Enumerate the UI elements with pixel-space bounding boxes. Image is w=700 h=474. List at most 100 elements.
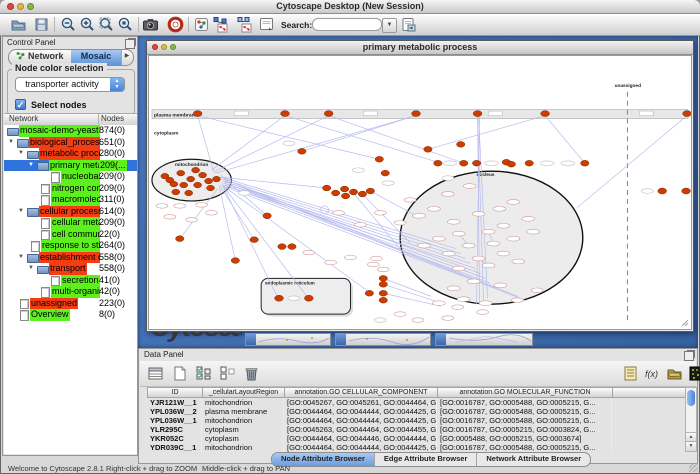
search-input[interactable]: [312, 18, 382, 31]
network-graph[interactable]: plasma membrane cytoplasm mitochondrion …: [149, 56, 691, 329]
scrollbar-thumb[interactable]: [687, 390, 695, 406]
tree-row[interactable]: nucleobase- 209(0): [4, 171, 137, 183]
window-titlebar[interactable]: Cytoscape Desktop (New Session): [0, 0, 700, 14]
tree-row[interactable]: response to stimulu 264(0): [4, 240, 137, 252]
table-cell[interactable]: cytoplasm: [202, 425, 284, 434]
close-icon[interactable]: [152, 44, 158, 50]
table-cell[interactable]: mitochondrion: [202, 398, 284, 407]
tree-row[interactable]: cell communicat 22(0): [4, 229, 137, 241]
tree-row[interactable]: ▼ transport 558(0): [4, 263, 137, 275]
close-button[interactable]: [7, 3, 14, 10]
table-cell[interactable]: [GO:0045267, GO:0045261, GO:0044464, G..…: [284, 398, 437, 407]
attribute-table-icon[interactable]: [147, 365, 164, 382]
zoom-in-icon[interactable]: [79, 16, 96, 33]
tree-row[interactable]: ▼ establishment of lo 558(0): [4, 252, 137, 264]
column-header-id[interactable]: ID: [147, 387, 203, 398]
delete-attribute-icon[interactable]: [243, 365, 260, 382]
column-header-molecular-function[interactable]: annotation.GO MOLECULAR_FUNCTION: [437, 387, 613, 398]
zoom-out-icon[interactable]: [60, 16, 77, 33]
snapshot-camera-icon[interactable]: [142, 16, 159, 33]
network-from-selected-edges-icon[interactable]: [236, 16, 253, 33]
column-header-region[interactable]: _cellularLayoutRegion: [202, 387, 285, 398]
table-cell[interactable]: [GO:0005488, GO:0005215, GO:0003674]: [437, 434, 612, 443]
tree-row[interactable]: unassigned 223(0): [4, 298, 137, 310]
tree-row[interactable]: ▼ metabolic process 280(0): [4, 148, 137, 160]
tree-row-selected[interactable]: ▼ primary metabolic 209(...: [4, 160, 137, 172]
table-cell[interactable]: [GO:0045263, GO:0044464, GO:0044455, G..…: [284, 425, 437, 434]
minimized-network-window[interactable]: [435, 333, 533, 346]
table-cell[interactable]: cytoplasm: [202, 434, 284, 443]
help-lifebuoy-icon[interactable]: [167, 16, 184, 33]
tree-row[interactable]: nitrogen compo 209(0): [4, 183, 137, 195]
open-file-icon[interactable]: [10, 16, 27, 33]
table-cell[interactable]: [GO:0044464, GO:0044446, GO:0044444, G..…: [284, 434, 437, 443]
matrix-icon[interactable]: [688, 365, 700, 382]
table-cell[interactable]: YKR052C: [147, 434, 202, 443]
search-dropdown-icon[interactable]: ▼: [382, 18, 397, 33]
tree-row[interactable]: multi-organism pro 42(0): [4, 286, 137, 298]
select-attributes-icon[interactable]: [195, 365, 212, 382]
table-cell[interactable]: mitochondrion: [202, 443, 284, 452]
tree-row[interactable]: secretion 41(0): [4, 275, 137, 287]
save-icon[interactable]: [33, 16, 50, 33]
tree-row[interactable]: ▼ cellular process 614(0): [4, 206, 137, 218]
scroll-down-icon[interactable]: ▼: [686, 441, 696, 451]
table-cell[interactable]: plasma membrane: [202, 407, 284, 416]
table-cell[interactable]: YPL036W__1: [147, 416, 202, 425]
maximize-icon[interactable]: [170, 44, 176, 50]
unselect-attributes-icon[interactable]: [219, 365, 236, 382]
zoom-window-button[interactable]: [27, 3, 34, 10]
float-panel-icon[interactable]: [125, 39, 135, 49]
annotation-icon[interactable]: [258, 16, 275, 33]
app-resize-grip[interactable]: [689, 463, 698, 472]
node-color-dropdown[interactable]: transporter activity ▲▼: [15, 77, 125, 92]
table-cell[interactable]: [GO:0016787, GO:0005488, GO:0005215, G..…: [437, 407, 612, 416]
expand-arrow-icon[interactable]: ▼: [18, 206, 24, 218]
table-cell[interactable]: [GO:0016787, GO:0005215, GO:0003824, G..…: [437, 425, 612, 434]
tree-row[interactable]: Overview 8(0): [4, 309, 137, 321]
table-cell[interactable]: [GO:0016787, GO:0005488, GO:0005215, G..…: [437, 398, 612, 407]
network-from-selected-nodes-icon[interactable]: [212, 16, 229, 33]
table-cell[interactable]: [GO:0016787, GO:0005488, GO:0005215, G..…: [437, 416, 612, 425]
window-resize-grip[interactable]: [682, 320, 688, 326]
expand-arrow-icon[interactable]: ▼: [18, 148, 24, 160]
minimized-network-window[interactable]: [245, 333, 331, 346]
column-header-blank[interactable]: [612, 387, 686, 398]
column-header-cellular-component[interactable]: annotation.GO CELLULAR_COMPONENT: [284, 387, 438, 398]
float-panel-icon[interactable]: [684, 351, 694, 361]
table-cell[interactable]: YLR295C: [147, 425, 202, 434]
select-nodes-checkbox[interactable]: ✓: [15, 99, 26, 110]
minimized-network-window[interactable]: [335, 333, 431, 346]
new-attribute-icon[interactable]: [171, 365, 188, 382]
table-cell[interactable]: YDR039C__1: [147, 443, 202, 452]
expand-arrow-icon[interactable]: ▼: [28, 160, 34, 172]
table-cell[interactable]: mitochondrion: [202, 416, 284, 425]
attribute-list-icon[interactable]: [622, 365, 639, 382]
network-canvas[interactable]: plasma membrane cytoplasm mitochondrion …: [148, 55, 692, 330]
zoom-fit-icon[interactable]: [98, 16, 115, 33]
tree-row[interactable]: cellular metabo 209(0): [4, 217, 137, 229]
table-cell[interactable]: [GO:0044464, GO:0044444, GO:0044425, G..…: [284, 407, 437, 416]
zoom-selected-icon[interactable]: [117, 16, 134, 33]
table-cell[interactable]: [GO:0044464, GO:0044444, GO:0044425, G..…: [284, 416, 437, 425]
tab-overflow-arrow-icon[interactable]: ▶: [121, 50, 132, 65]
minimize-button[interactable]: [17, 3, 24, 10]
vizmapper-icon[interactable]: [193, 16, 210, 33]
table-cell[interactable]: [GO:0044464, GO:0044444, GO:0044425, G..…: [284, 443, 437, 452]
expand-arrow-icon[interactable]: ▼: [8, 137, 14, 149]
table-cell[interactable]: YJR121W__1: [147, 398, 202, 407]
network-window-titlebar[interactable]: primary metabolic process: [147, 41, 693, 55]
tree-row[interactable]: ▼ biological_process 651(0): [4, 137, 137, 149]
table-scrollbar[interactable]: ▲ ▼: [685, 387, 697, 452]
expand-arrow-icon[interactable]: ▼: [18, 252, 24, 264]
formula-icon[interactable]: f(x): [644, 365, 661, 382]
import-network-icon[interactable]: [400, 16, 417, 33]
open-attribute-icon[interactable]: [666, 365, 683, 382]
minimize-icon[interactable]: [161, 44, 167, 50]
table-cell[interactable]: [GO:0016787, GO:0005488, GO:0005215, G..…: [437, 443, 612, 452]
table-cell[interactable]: YPL036W__2: [147, 407, 202, 416]
network-view-window[interactable]: primary metabolic process: [146, 40, 694, 332]
tree-row[interactable]: mosaic-demo-yeast 874(0): [4, 125, 137, 137]
tree-row[interactable]: macromolecule 311(0): [4, 194, 137, 206]
expand-arrow-icon[interactable]: ▼: [28, 263, 34, 275]
